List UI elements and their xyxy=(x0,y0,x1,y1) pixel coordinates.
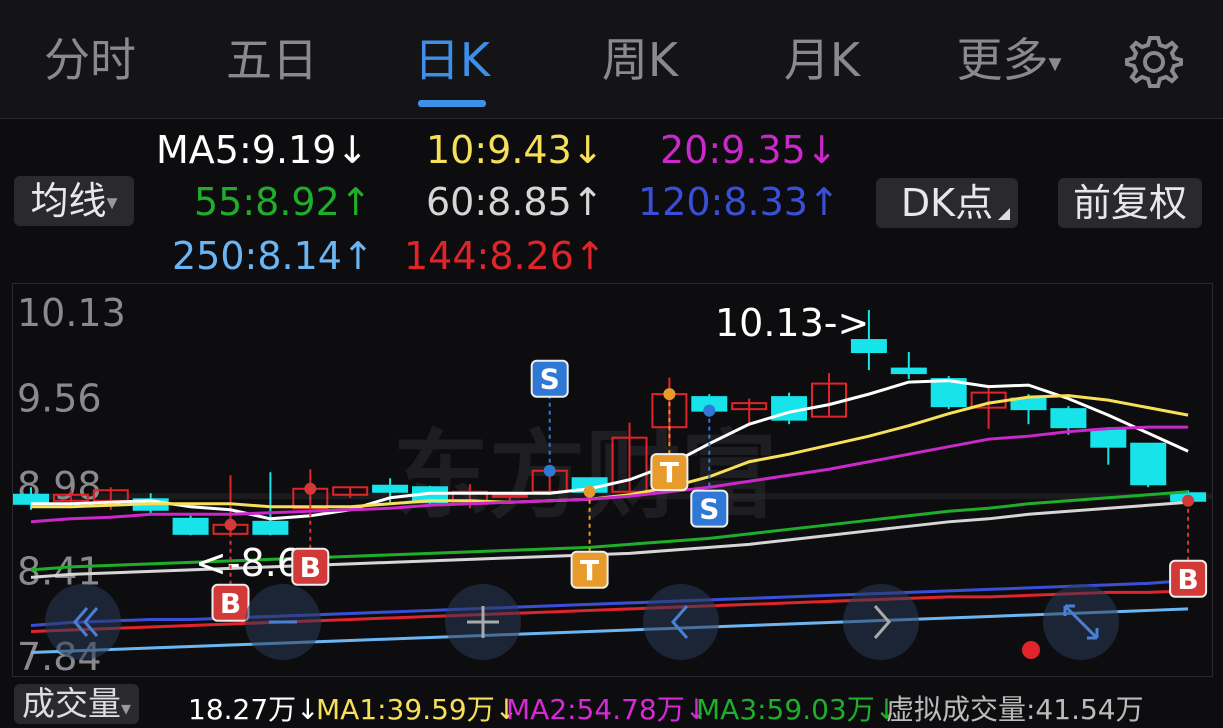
volume-value: 18.27万↓ xyxy=(188,693,320,726)
candle-body xyxy=(372,484,409,493)
dk-point-label: DK点 xyxy=(900,181,994,225)
tab-monthly-k[interactable]: 月K xyxy=(770,30,874,90)
ma-selector-dropdown[interactable]: 均线▾ xyxy=(14,176,134,226)
tab-more[interactable]: 更多▾ xyxy=(944,30,1074,90)
signal-label: T xyxy=(580,554,599,587)
plus-icon[interactable] xyxy=(445,584,521,660)
signal-label: B xyxy=(1177,563,1198,596)
candle-body xyxy=(890,367,927,375)
y-axis-label: 9.56 xyxy=(17,377,102,421)
ma10-value: 10:9.43↓ xyxy=(426,128,604,172)
volume-indicator-bar: 18.27万↓ MA1:39.59万↓ MA2:54.78万↓ MA3:59.0… xyxy=(0,680,1223,726)
ma144-value: 144:8.26↑ xyxy=(404,234,606,278)
ma120-value: 120:8.33↑ xyxy=(638,180,840,224)
tab-intraday[interactable]: 分时 xyxy=(38,30,142,90)
ma60-value: 60:8.85↑ xyxy=(426,180,604,224)
signal-dot xyxy=(663,388,676,401)
candle-body xyxy=(1050,408,1087,429)
high-annotation: 10.13-> xyxy=(715,301,869,345)
chevron-down-icon: ▾ xyxy=(1048,48,1062,79)
signal-label: S xyxy=(699,493,719,526)
volume-ma3: MA3:59.03万↓ xyxy=(696,693,899,726)
ma-line-120 xyxy=(30,578,1189,627)
period-tab-bar: 分时 五日 日K 周K 月K 更多▾ xyxy=(0,0,1223,119)
ma-line-250 xyxy=(30,607,1189,654)
kline-chart-area[interactable]: 东方财富 10.13 9.56 8.98 8.41 7.84 10.13-> <-8.64 S S… xyxy=(12,283,1213,679)
signal-label: B xyxy=(220,587,241,620)
current-marker-dot xyxy=(1022,641,1040,659)
signal-label: S xyxy=(540,363,560,396)
volume-ma1: MA1:39.59万↓ xyxy=(316,693,519,726)
signal-label: B xyxy=(300,551,321,584)
tab-five-day[interactable]: 五日 xyxy=(220,30,324,90)
y-axis-label: 10.13 xyxy=(17,291,126,335)
chevron-left-icon[interactable] xyxy=(643,584,719,660)
virtual-volume: 虚拟成交量:41.54万 xyxy=(886,693,1144,726)
ma55-value: 55:8.92↑ xyxy=(194,180,372,224)
gear-icon[interactable] xyxy=(1124,32,1184,92)
kline-chart: 东方财富10.139.568.988.417.8410.13-><-8.64SS… xyxy=(13,291,1212,679)
expand-icon[interactable] xyxy=(1043,584,1119,660)
candle-body xyxy=(491,493,528,498)
ma5-value: MA5:9.19↓ xyxy=(156,128,369,172)
ma-selector-label: 均线 xyxy=(30,179,107,223)
chevron-right-icon[interactable] xyxy=(843,584,919,660)
candle-body xyxy=(1130,442,1167,486)
double-left-icon[interactable] xyxy=(45,584,121,660)
chevron-down-icon: ▾ xyxy=(106,190,118,216)
signal-dot xyxy=(543,464,556,477)
ma250-value: 250:8.14↑ xyxy=(172,234,374,278)
b-marker-icon[interactable] xyxy=(245,584,321,660)
signal-dot xyxy=(1182,494,1195,507)
tab-more-label: 更多 xyxy=(956,33,1049,87)
ma-line-144 xyxy=(30,589,1189,633)
candle-body xyxy=(1090,429,1127,448)
candle-body xyxy=(252,520,289,535)
active-tab-indicator xyxy=(418,100,486,107)
signal-label: T xyxy=(660,456,679,489)
volume-ma2: MA2:54.78万↓ xyxy=(506,693,709,726)
tab-weekly-k[interactable]: 周K xyxy=(588,30,692,90)
candle-body xyxy=(172,517,209,535)
dk-point-button[interactable]: DK点 xyxy=(876,178,1018,228)
tab-daily-k[interactable]: 日K xyxy=(400,30,504,90)
ma20-value: 20:9.35↓ xyxy=(660,128,838,172)
price-adjust-button[interactable]: 前复权 xyxy=(1058,178,1202,228)
corner-triangle-icon xyxy=(998,208,1010,220)
